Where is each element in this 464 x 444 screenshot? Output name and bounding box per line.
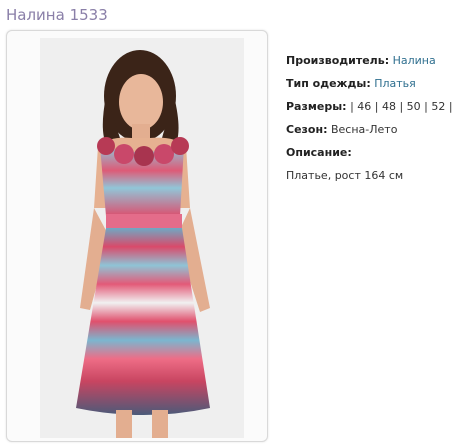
season-label: Сезон: bbox=[286, 123, 328, 136]
manufacturer-link[interactable]: Налина bbox=[393, 54, 436, 67]
product-details: Производитель: Налина Тип одежды: Платья… bbox=[286, 54, 464, 192]
description-label-row: Описание: bbox=[286, 146, 464, 169]
sizes-label: Размеры: bbox=[286, 100, 347, 113]
season-row: Сезон: Весна-Лето bbox=[286, 123, 464, 146]
product-title: Налина 1533 bbox=[6, 6, 108, 24]
season-value: Весна-Лето bbox=[330, 123, 398, 136]
description-row: Платье, рост 164 см bbox=[286, 169, 464, 192]
manufacturer-row: Производитель: Налина bbox=[286, 54, 464, 77]
product-photo[interactable] bbox=[40, 38, 244, 438]
clothing-type-row: Тип одежды: Платья bbox=[286, 77, 464, 100]
sizes-row: Размеры: | 46 | 48 | 50 | 52 | bbox=[286, 100, 464, 123]
description-value: Платье, рост 164 см bbox=[286, 169, 404, 182]
clothing-type-link[interactable]: Платья bbox=[374, 77, 416, 90]
dress-model-image bbox=[40, 38, 244, 438]
description-label: Описание: bbox=[286, 146, 352, 159]
clothing-type-label: Тип одежды: bbox=[286, 77, 371, 90]
manufacturer-label: Производитель: bbox=[286, 54, 390, 67]
sizes-value: | 46 | 48 | 50 | 52 | bbox=[350, 100, 453, 113]
